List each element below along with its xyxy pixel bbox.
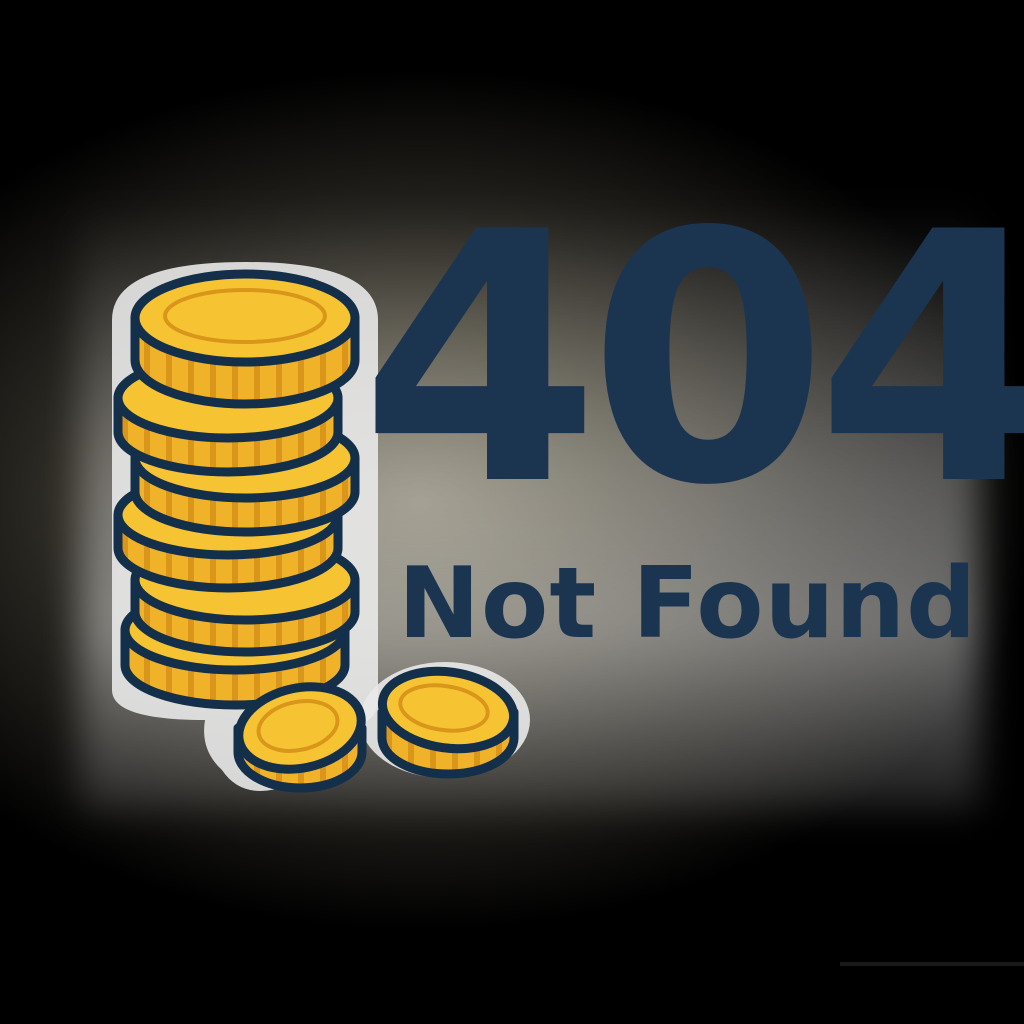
divider — [840, 962, 1024, 966]
error-page: 404 Not Found — [0, 0, 1024, 1024]
error-code: 404 — [360, 160, 1024, 561]
error-message: Not Found — [398, 547, 978, 661]
